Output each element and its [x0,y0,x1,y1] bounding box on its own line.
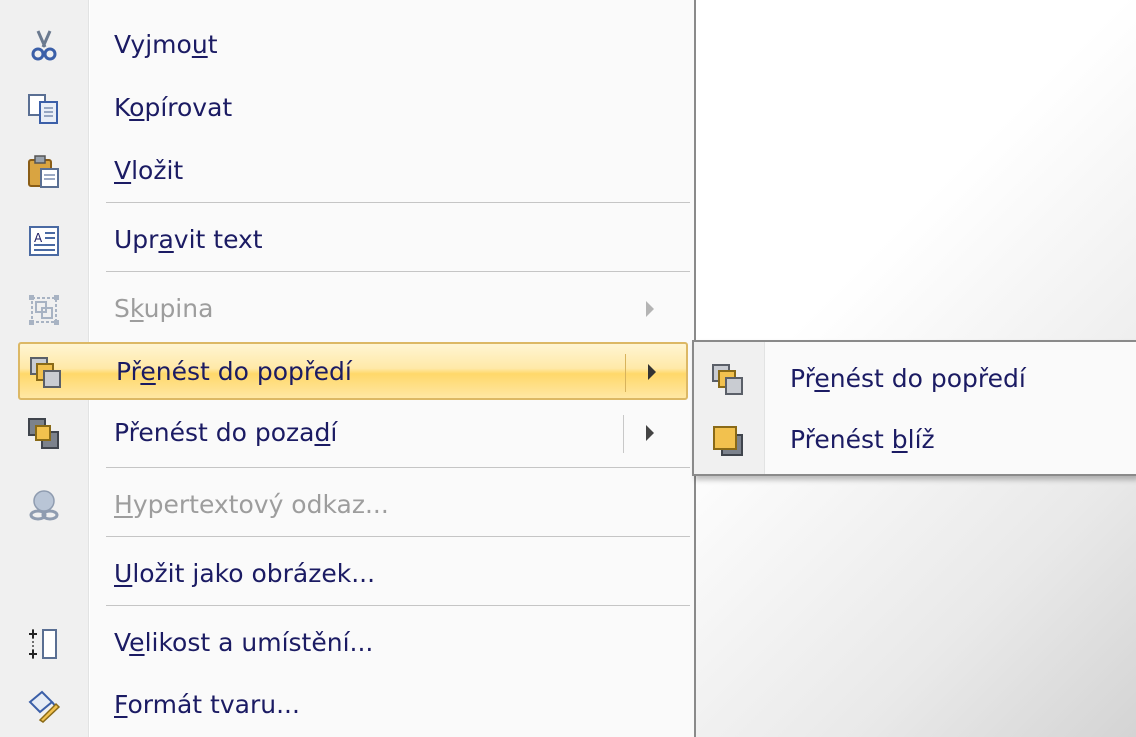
menu-separator [106,605,690,606]
bring-forward-icon [713,426,743,456]
menu-item-format-shape[interactable]: Formát tvaru... [18,677,688,735]
menu-item-group[interactable]: Skupina [18,281,688,339]
chevron-right-icon [646,301,654,317]
menu-separator [106,271,690,272]
submenu-item-label: Přenést do popředí [790,364,1026,393]
copy-icon [28,94,58,124]
menu-item-label: Formát tvaru... [114,690,300,719]
menu-item-save-as-picture[interactable]: Uložit jako obrázek... [18,546,688,604]
group-icon [29,295,59,325]
menu-item-label: Skupina [114,294,214,323]
format-shape-icon [28,690,61,723]
menu-item-send-to-back[interactable]: Přenést do pozadí [18,405,688,463]
scissors-icon [31,30,57,61]
menu-item-label: Hypertextový odkaz... [114,490,389,519]
menu-item-bring-to-front[interactable]: Přenést do popředí [18,342,688,400]
submenu-item-bring-to-front[interactable]: Přenést do popředí [702,351,1132,409]
menu-item-edit-text[interactable]: A Upravit text [18,212,688,270]
svg-text:A: A [34,231,43,245]
menu-item-label: Vyjmout [114,30,218,59]
menu-item-label: Přenést do popředí [116,357,352,386]
menu-separator [106,202,690,203]
chevron-right-icon[interactable] [646,425,654,441]
menu-item-label: Upravit text [114,225,263,254]
submenu-bring-to-front: Přenést do popředí Přenést blíž [692,340,1136,476]
menu-item-copy[interactable]: Kopírovat [18,80,688,138]
context-menu: Vyjmout Kopírovat Vložit A Upravit text [0,0,696,737]
menu-item-paste[interactable]: Vložit [18,143,688,201]
menu-item-cut[interactable]: Vyjmout [18,17,688,75]
menu-item-size-position[interactable]: Velikost a umístění... [18,615,688,673]
chevron-right-icon[interactable] [648,364,656,380]
bring-to-front-icon [712,364,743,395]
menu-separator [106,467,690,468]
size-position-icon [29,629,57,659]
menu-item-label: Vložit [114,156,184,185]
menu-separator [106,536,690,537]
menu-item-hyperlink[interactable]: Hypertextový odkaz... [18,477,688,535]
edit-text-icon: A [29,226,59,256]
split-divider [623,415,624,453]
bring-to-front-icon [30,357,61,388]
submenu-item-bring-forward[interactable]: Přenést blíž [702,412,1132,470]
send-to-back-icon [28,418,59,449]
submenu-item-label: Přenést blíž [790,425,935,454]
menu-item-label: Velikost a umístění... [114,628,374,657]
hyperlink-icon [29,490,59,521]
menu-item-label: Kopírovat [114,93,233,122]
split-divider [625,354,626,392]
paste-icon [28,155,59,188]
menu-item-label: Uložit jako obrázek... [114,559,376,588]
menu-item-label: Přenést do pozadí [114,418,338,447]
